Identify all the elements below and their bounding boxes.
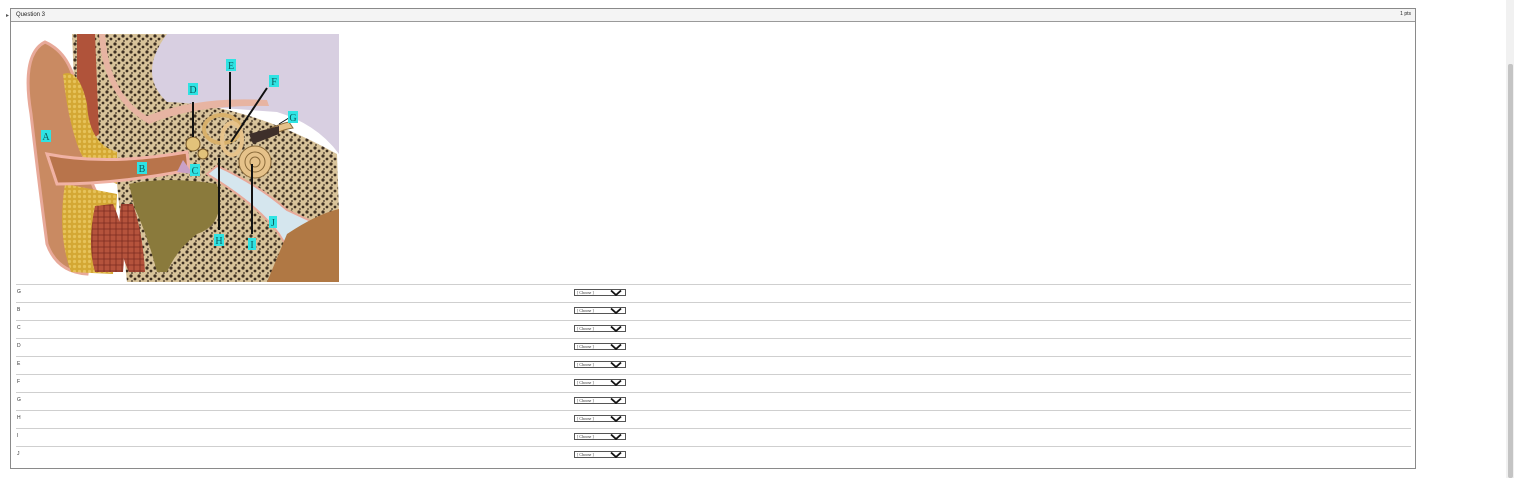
marker-c-label: C bbox=[192, 166, 199, 177]
chevron-down-icon bbox=[610, 362, 622, 368]
answer-select-value: [ Choose ] bbox=[577, 344, 594, 349]
figure-caption-dot bbox=[182, 277, 183, 278]
answer-select[interactable]: [ Choose ] bbox=[574, 379, 626, 386]
answer-row-label: I bbox=[17, 433, 19, 439]
answer-select[interactable]: [ Choose ] bbox=[574, 289, 626, 296]
triangle-bullet-icon: ▸ bbox=[6, 13, 10, 19]
answer-row-label: C bbox=[17, 325, 21, 331]
answer-select[interactable]: [ Choose ] bbox=[574, 361, 626, 368]
answer-list: G [ Choose ] B [ Choose ] C [ Choose ] D… bbox=[16, 284, 1411, 464]
answer-select-value: [ Choose ] bbox=[577, 308, 594, 313]
chevron-down-icon bbox=[610, 434, 622, 440]
answer-select[interactable]: [ Choose ] bbox=[574, 433, 626, 440]
chevron-down-icon bbox=[610, 290, 622, 296]
answer-row: G [ Choose ] bbox=[16, 392, 1411, 410]
answer-select-value: [ Choose ] bbox=[577, 452, 594, 457]
question-title: Question 3 bbox=[16, 12, 46, 18]
marker-i-label: I bbox=[250, 240, 253, 251]
chevron-down-icon bbox=[610, 416, 622, 422]
answer-select[interactable]: [ Choose ] bbox=[574, 397, 626, 404]
answer-select[interactable]: [ Choose ] bbox=[574, 415, 626, 422]
answer-select[interactable]: [ Choose ] bbox=[574, 307, 626, 314]
answer-row: D [ Choose ] bbox=[16, 338, 1411, 356]
answer-select-value: [ Choose ] bbox=[577, 290, 594, 295]
ear-anatomy-figure: A B C D E F G H I J bbox=[17, 34, 339, 282]
answer-row-label: H bbox=[17, 415, 21, 421]
answer-select[interactable]: [ Choose ] bbox=[574, 325, 626, 332]
answer-select-value: [ Choose ] bbox=[577, 380, 594, 385]
question-card: Question 3 1 pts A B C D E F G H I J G [… bbox=[10, 8, 1416, 469]
answer-select-value: [ Choose ] bbox=[577, 434, 594, 439]
page-scrollbar-thumb[interactable] bbox=[1508, 64, 1513, 478]
question-points: 1 pts bbox=[1400, 11, 1411, 17]
marker-a-label: A bbox=[42, 132, 50, 143]
answer-row-label: D bbox=[17, 343, 21, 349]
answer-row: J [ Choose ] bbox=[16, 446, 1411, 464]
marker-d-label: D bbox=[189, 85, 196, 96]
question-header: Question 3 1 pts bbox=[11, 9, 1415, 22]
marker-h-label: H bbox=[215, 236, 222, 247]
marker-f-label: F bbox=[271, 77, 277, 88]
answer-row-label: G bbox=[17, 397, 21, 403]
answer-row: E [ Choose ] bbox=[16, 356, 1411, 374]
answer-row-label: F bbox=[17, 379, 21, 385]
marker-e-label: E bbox=[228, 61, 234, 72]
answer-select[interactable]: [ Choose ] bbox=[574, 451, 626, 458]
answer-row-label: G bbox=[17, 289, 21, 295]
marker-b-label: B bbox=[139, 164, 146, 175]
answer-select-value: [ Choose ] bbox=[577, 416, 594, 421]
answer-row: G [ Choose ] bbox=[16, 284, 1411, 302]
answer-row: I [ Choose ] bbox=[16, 428, 1411, 446]
marker-g-label: G bbox=[289, 113, 296, 124]
answer-row: B [ Choose ] bbox=[16, 302, 1411, 320]
answer-select-value: [ Choose ] bbox=[577, 362, 594, 367]
chevron-down-icon bbox=[610, 344, 622, 350]
answer-row-label: J bbox=[17, 451, 20, 457]
answer-row: H [ Choose ] bbox=[16, 410, 1411, 428]
chevron-down-icon bbox=[610, 398, 622, 404]
answer-row-label: E bbox=[17, 361, 21, 367]
chevron-down-icon bbox=[610, 380, 622, 386]
marker-j-label: J bbox=[271, 218, 275, 229]
chevron-down-icon bbox=[610, 326, 622, 332]
answer-select-value: [ Choose ] bbox=[577, 398, 594, 403]
chevron-down-icon bbox=[610, 308, 622, 314]
answer-row-label: B bbox=[17, 307, 21, 313]
answer-row: C [ Choose ] bbox=[16, 320, 1411, 338]
answer-row: F [ Choose ] bbox=[16, 374, 1411, 392]
chevron-down-icon bbox=[610, 452, 622, 458]
answer-select[interactable]: [ Choose ] bbox=[574, 343, 626, 350]
answer-select-value: [ Choose ] bbox=[577, 326, 594, 331]
